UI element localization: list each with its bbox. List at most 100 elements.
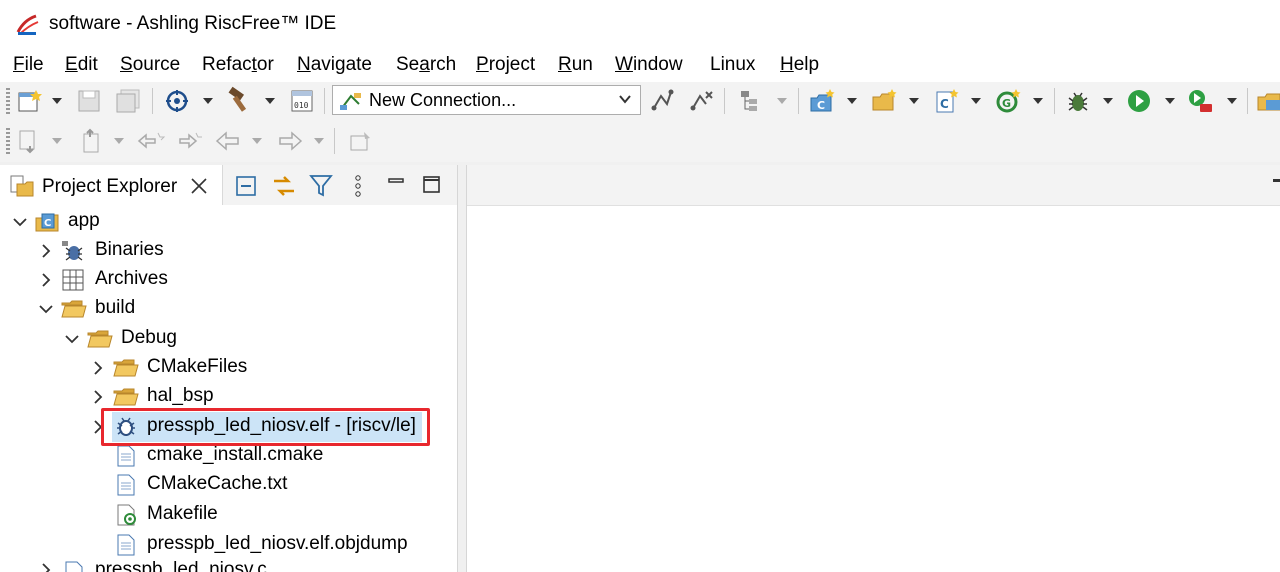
external-tool-dropdown-arrow[interactable]	[1227, 98, 1237, 104]
filter-icon[interactable]	[309, 173, 333, 204]
tree-label: Archives	[95, 268, 168, 289]
chevron-right-icon[interactable]	[90, 389, 106, 405]
tree-label: hal_bsp	[147, 385, 214, 406]
debug-dropdown-arrow[interactable]	[1103, 98, 1113, 104]
menu-file[interactable]: File	[13, 54, 44, 76]
menu-refactor-label: or	[256, 54, 274, 75]
menu-search-label: rch	[429, 54, 457, 75]
collapse-all-icon[interactable]	[234, 174, 258, 203]
menu-project[interactable]: Project	[476, 54, 535, 76]
menu-search[interactable]: Search	[396, 54, 456, 76]
connection-icon	[339, 90, 363, 117]
build-hammer-icon[interactable]	[225, 86, 255, 114]
menu-run[interactable]: Run	[558, 54, 593, 76]
tree-item-hal-bsp[interactable]: hal_bsp	[0, 382, 457, 411]
minimize-icon[interactable]	[386, 173, 406, 198]
perspective-icon[interactable]	[1256, 88, 1280, 114]
new-folder-dropdown-arrow[interactable]	[909, 98, 919, 104]
menu-help-label: elp	[793, 54, 820, 75]
chevron-right-icon[interactable]	[38, 272, 54, 288]
new-folder-icon[interactable]	[870, 88, 900, 114]
new-dropdown-arrow[interactable]	[52, 98, 62, 104]
link-with-editor-icon[interactable]	[270, 173, 298, 204]
tree-item-objdump[interactable]: presspb_led_niosv.elf.objdump	[0, 530, 457, 559]
external-tool-icon[interactable]	[1186, 88, 1216, 114]
close-icon[interactable]	[190, 177, 208, 200]
menu-bar: File Edit Source Refactor Navigate Searc…	[0, 50, 1280, 82]
run-icon[interactable]	[1126, 88, 1154, 114]
menu-source[interactable]: Source	[120, 54, 180, 76]
menu-linux-label: Linux	[710, 54, 756, 75]
menu-search-mnemonic: a	[419, 54, 430, 75]
menu-file-label: ile	[24, 54, 44, 75]
chevron-down-icon[interactable]	[618, 92, 632, 111]
connect-icon[interactable]	[649, 88, 675, 114]
run-dropdown-arrow[interactable]	[1165, 98, 1175, 104]
svg-text:c: c	[69, 568, 76, 572]
menu-help-mnemonic: H	[780, 54, 794, 75]
file-icon	[117, 445, 135, 467]
svg-text:C: C	[940, 97, 949, 111]
toolbar-separator	[724, 88, 725, 114]
tree-dropdown-arrow[interactable]	[777, 98, 787, 104]
debug-bug-icon[interactable]	[1064, 88, 1092, 114]
view-menu-icon[interactable]	[352, 174, 364, 203]
toolbar-grip[interactable]	[6, 128, 10, 154]
toolbar-separator	[1054, 88, 1055, 114]
menu-refactor-prefix: Refac	[202, 54, 252, 75]
new-source-icon[interactable]: C	[932, 88, 962, 114]
chevron-down-icon[interactable]	[38, 301, 54, 317]
new-class-dropdown-arrow[interactable]	[847, 98, 857, 104]
menu-refactor[interactable]: Refactor	[202, 54, 274, 76]
chevron-right-icon[interactable]	[90, 360, 106, 376]
svg-text:G: G	[1002, 97, 1011, 110]
svg-text:010: 010	[294, 101, 309, 110]
binary-icon[interactable]: 010	[289, 88, 315, 114]
menu-search-prefix: Se	[396, 54, 420, 75]
chevron-right-icon[interactable]	[38, 562, 54, 572]
tree-icon[interactable]	[738, 88, 766, 114]
tree-item-archives[interactable]: Archives	[0, 265, 457, 294]
menu-linux[interactable]: Linux	[710, 54, 755, 76]
maximize-icon[interactable]	[422, 175, 442, 200]
toolbar-grip[interactable]	[6, 88, 10, 114]
prev-annotation-dropdown-arrow	[114, 138, 124, 144]
tree-item-makefile[interactable]: Makefile	[0, 500, 457, 529]
new-source-dropdown-arrow[interactable]	[971, 98, 981, 104]
new-icon[interactable]	[16, 88, 44, 114]
tree-label: Debug	[121, 327, 177, 348]
tree-item-c-source[interactable]: c presspb_led_niosv.c	[0, 558, 457, 572]
tree-item-binaries[interactable]: Binaries	[0, 236, 457, 265]
tree-item-cmakefiles[interactable]: CMakeFiles	[0, 353, 457, 382]
tree-item-build[interactable]: build	[0, 294, 457, 323]
tree-item-debug[interactable]: Debug	[0, 324, 457, 353]
menu-edit[interactable]: Edit	[65, 54, 98, 76]
new-class-icon[interactable]: C	[808, 88, 838, 114]
tree-item-app[interactable]: C app	[0, 207, 457, 236]
editor-minimize-icon[interactable]	[1273, 179, 1280, 182]
project-explorer-tab[interactable]: Project Explorer	[0, 165, 223, 205]
menu-edit-label: dit	[77, 54, 98, 75]
debug-settings-dropdown-arrow[interactable]	[203, 98, 213, 104]
new-refresh-dropdown-arrow[interactable]	[1033, 98, 1043, 104]
window-title: software - Ashling RiscFree™ IDE	[49, 13, 337, 34]
tree-label: Binaries	[95, 239, 164, 260]
menu-navigate[interactable]: Navigate	[297, 54, 372, 76]
back-icon	[214, 128, 242, 154]
debug-settings-icon[interactable]	[164, 88, 192, 114]
chevron-right-icon[interactable]	[38, 243, 54, 259]
title-bar: software - Ashling RiscFree™ IDE	[0, 0, 1280, 50]
next-annotation-dropdown-arrow	[52, 138, 62, 144]
chevron-down-icon[interactable]	[12, 214, 28, 230]
connection-select[interactable]: New Connection...	[332, 85, 641, 115]
menu-window[interactable]: Window	[615, 54, 683, 76]
build-dropdown-arrow[interactable]	[265, 98, 275, 104]
editor-area	[466, 165, 1280, 572]
tree-item-cmakecache[interactable]: CMakeCache.txt	[0, 470, 457, 499]
menu-help[interactable]: Help	[780, 54, 819, 76]
new-refresh-icon[interactable]: G	[994, 88, 1024, 114]
toolbar-separator	[152, 88, 153, 114]
chevron-down-icon[interactable]	[64, 331, 80, 347]
disconnect-icon[interactable]	[688, 88, 714, 114]
back-dropdown-arrow	[252, 138, 262, 144]
